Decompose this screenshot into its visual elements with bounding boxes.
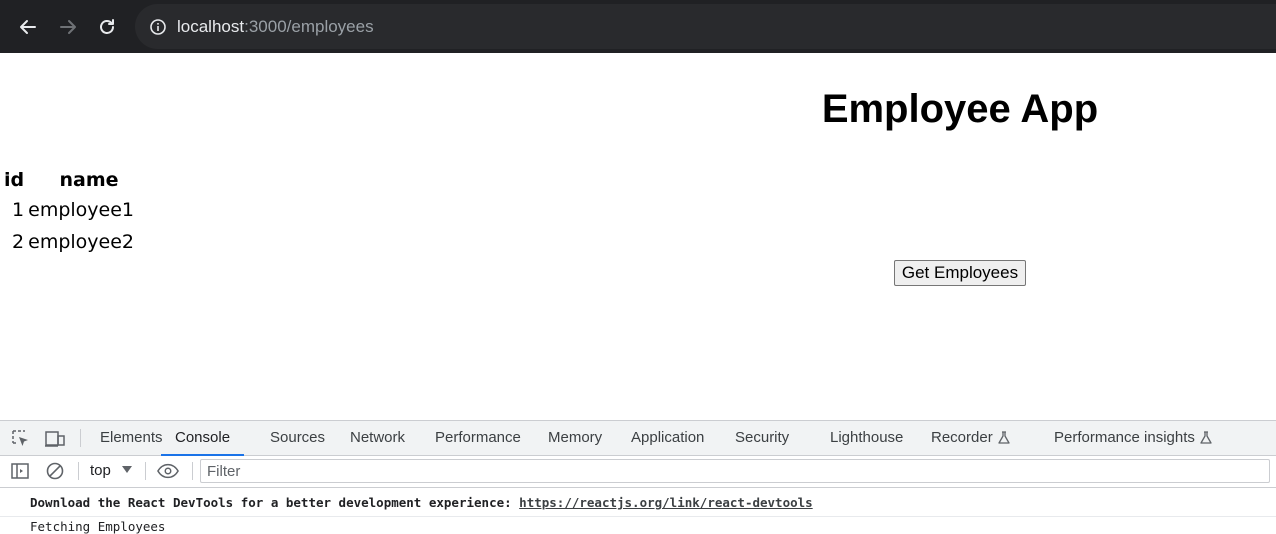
- table-header-row: id name: [2, 165, 136, 194]
- reload-icon: [100, 19, 114, 34]
- arrow-right-icon: [60, 20, 76, 34]
- chevron-down-icon[interactable]: [122, 466, 132, 474]
- tab-console[interactable]: Console: [161, 421, 245, 456]
- experiment-flask-icon: [998, 431, 1010, 444]
- page-title: Employee App: [821, 87, 1099, 131]
- console-message: Download the React DevTools for a better…: [30, 495, 813, 510]
- context-selector[interactable]: top: [90, 462, 111, 479]
- tab-recorder-label: Recorder: [931, 429, 993, 446]
- employees-table: id name 1 employee1 2 employee2: [2, 165, 136, 258]
- browser-toolbar: localhost:3000/employees: [0, 0, 1276, 53]
- console-toolbar: top: [0, 456, 1276, 488]
- sidebar-toggle-icon[interactable]: [9, 460, 31, 482]
- reload-button[interactable]: [93, 13, 121, 41]
- toolbar-divider: [145, 462, 146, 480]
- tab-elements[interactable]: Elements: [100, 421, 163, 455]
- tab-lighthouse[interactable]: Lighthouse: [830, 421, 903, 455]
- info-icon[interactable]: [149, 18, 167, 36]
- back-button[interactable]: [14, 13, 42, 41]
- inspect-element-icon[interactable]: [10, 428, 32, 450]
- live-expression-eye-icon[interactable]: [157, 460, 179, 482]
- arrow-left-icon: [20, 20, 36, 34]
- column-header-name: name: [59, 168, 119, 191]
- tab-recorder[interactable]: Recorder: [931, 421, 1011, 455]
- cell-id: 1: [12, 199, 25, 221]
- page-content: Employee App id name 1 employee1 2 emplo…: [0, 53, 1276, 420]
- react-devtools-link[interactable]: https://reactjs.org/link/react-devtools: [519, 495, 813, 510]
- experiment-flask-icon: [1200, 431, 1212, 444]
- console-divider: [0, 516, 1276, 517]
- tab-application[interactable]: Application: [631, 421, 704, 455]
- table-row: 1 employee1: [2, 194, 136, 226]
- url-path: :3000/employees: [244, 16, 374, 36]
- tab-performance[interactable]: Performance: [435, 421, 521, 455]
- column-header-id: id: [4, 168, 25, 191]
- table-row: 2 employee2: [2, 226, 136, 258]
- tab-performance-insights-label: Performance insights: [1054, 429, 1195, 446]
- forward-button[interactable]: [54, 13, 82, 41]
- clear-console-icon[interactable]: [44, 460, 66, 482]
- url-host: localhost: [177, 16, 245, 36]
- toolbar-divider: [78, 462, 79, 480]
- console-message-text: Fetching Employees: [30, 519, 166, 534]
- device-toolbar-icon[interactable]: [44, 428, 66, 450]
- tab-memory[interactable]: Memory: [548, 421, 602, 455]
- cell-id: 2: [12, 231, 25, 253]
- devtools-tabbar: Elements Console Sources Network Perform…: [0, 421, 1276, 456]
- console-filter-input[interactable]: [200, 459, 1270, 483]
- cell-name: employee2: [28, 231, 134, 253]
- tab-security[interactable]: Security: [735, 421, 789, 455]
- console-message: Fetching Employees: [30, 519, 165, 534]
- console-message-text: Download the React DevTools for a better…: [30, 495, 520, 510]
- tab-performance-insights[interactable]: Performance insights: [1054, 421, 1213, 455]
- tab-sources[interactable]: Sources: [270, 421, 325, 455]
- toolbar-divider: [192, 462, 193, 480]
- get-employees-button[interactable]: Get Employees: [894, 260, 1026, 286]
- tab-network[interactable]: Network: [350, 421, 405, 455]
- address-bar[interactable]: localhost:3000/employees: [135, 4, 1276, 49]
- tabbar-divider: [80, 429, 81, 447]
- devtools-panel: Elements Console Sources Network Perform…: [0, 420, 1276, 534]
- url-text[interactable]: localhost:3000/employees: [177, 17, 374, 37]
- cell-name: employee1: [28, 199, 134, 221]
